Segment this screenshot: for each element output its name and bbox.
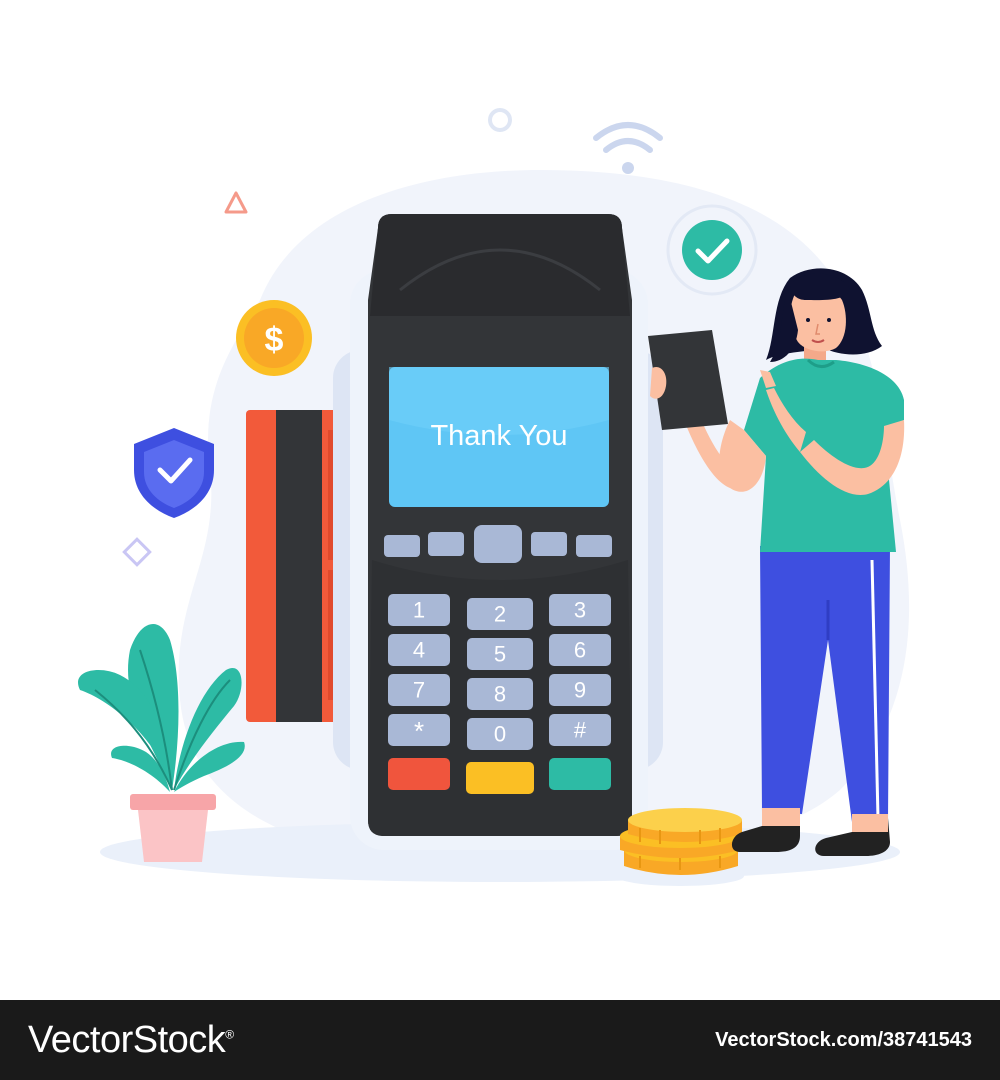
soft-key-2[interactable]	[428, 532, 464, 556]
wifi-icon	[593, 122, 663, 174]
soft-key-4[interactable]	[576, 535, 612, 557]
decor-triangle	[224, 191, 248, 214]
key-8-label: 8	[494, 682, 506, 707]
key-9-label: 9	[574, 678, 586, 703]
soft-key-3[interactable]	[531, 532, 567, 556]
dollar-coin-icon: $	[236, 300, 312, 376]
key-7-label: 7	[413, 678, 425, 703]
decor-circle	[488, 108, 512, 132]
shield-check-icon	[134, 428, 214, 518]
key-hash-label: #	[574, 718, 587, 743]
coin-stack	[616, 808, 744, 886]
payment-terminal: Thank You 1 2 3 4 5 6 7 8 9 * 0 #	[368, 214, 632, 836]
decor-diamond	[122, 537, 152, 567]
payment-illustration: $ Thank You 1 2 3 4 5 6 7 8 9 * 0 #	[78, 108, 910, 886]
key-6-label: 6	[574, 638, 586, 663]
image-code: VectorStock.com/38741543	[715, 1028, 972, 1051]
key-2-label: 2	[494, 602, 506, 627]
nav-key[interactable]	[474, 525, 522, 563]
key-4-label: 4	[413, 638, 425, 663]
enter-key[interactable]	[549, 758, 611, 790]
key-3-label: 3	[574, 598, 586, 623]
registered-mark: ®	[225, 1026, 234, 1041]
key-1-label: 1	[413, 598, 425, 623]
cancel-key[interactable]	[388, 758, 450, 790]
clear-key[interactable]	[466, 762, 534, 794]
key-5-label: 5	[494, 642, 506, 667]
screen-message: Thank You	[430, 420, 567, 452]
coin-symbol: $	[265, 321, 284, 359]
soft-key-1[interactable]	[384, 535, 420, 557]
key-0-label: 0	[494, 722, 506, 747]
vectorstock-logo: VectorStock®	[28, 1019, 234, 1062]
key-star-label: *	[414, 716, 424, 746]
brand-name: VectorStock	[28, 1018, 226, 1061]
watermark-footer: VectorStock® VectorStock.com/38741543	[0, 1000, 1000, 1080]
